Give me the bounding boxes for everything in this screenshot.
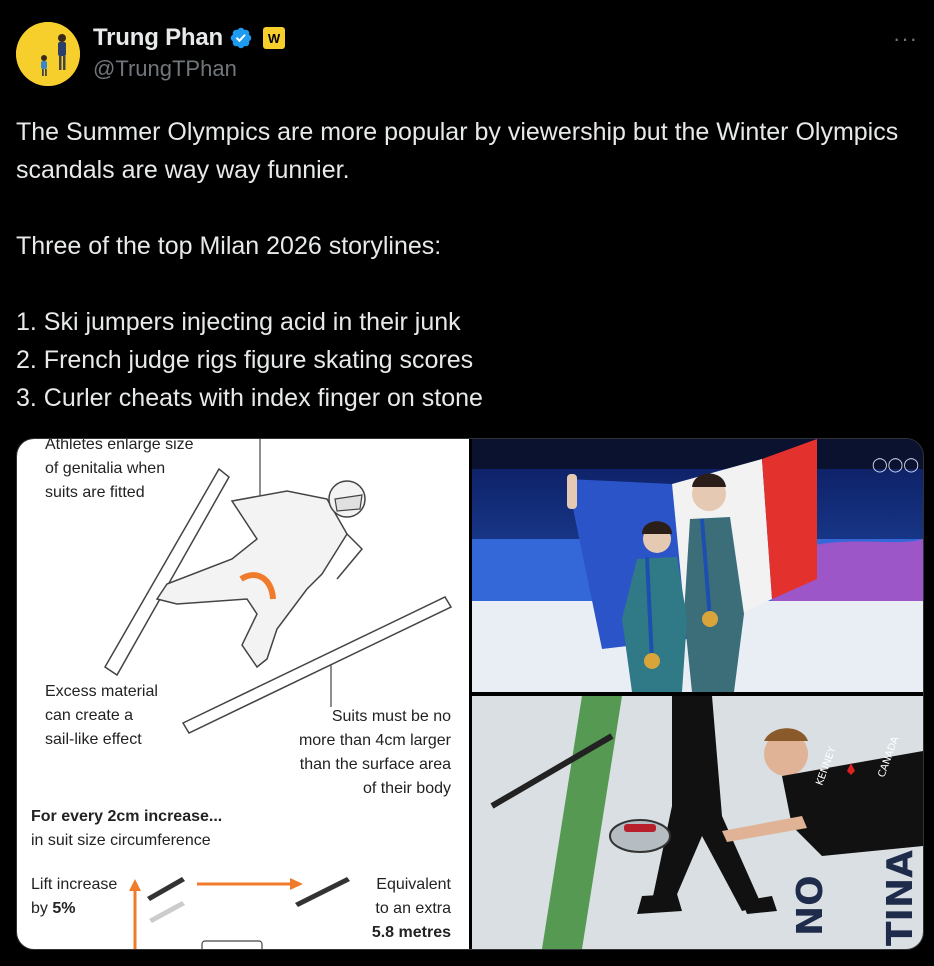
- curling-photo[interactable]: KENNEY CANADA NO TINA: [472, 696, 923, 949]
- verified-badge-icon: [230, 27, 252, 49]
- increase-subheading: in suit size circumference: [31, 832, 211, 849]
- affiliate-badge-icon: W: [263, 27, 286, 49]
- equiv-value: 5.8 metres: [371, 924, 451, 941]
- author-name[interactable]: Trung Phan: [93, 24, 223, 52]
- ski-jump-infographic[interactable]: Athletes enlarge size of genitalia when …: [17, 439, 469, 949]
- skaters-photo-illustration: ◯◯◯: [472, 439, 923, 692]
- tweet-header: Trung Phan W @TrungTPhan ···: [16, 20, 918, 86]
- venue-text-right: TINA: [880, 850, 921, 946]
- author-handle[interactable]: @TrungTPhan: [93, 56, 237, 82]
- tweet-text: The Summer Olympics are more popular by …: [16, 118, 899, 412]
- svg-text:◯◯◯: ◯◯◯: [872, 457, 919, 473]
- lift-value: 5%: [52, 900, 76, 917]
- lift-value-row: by 5%: [31, 897, 75, 921]
- note-suit-rule: Suits must be no more than 4cm larger th…: [298, 708, 451, 797]
- equiv-line2: to an extra: [375, 900, 451, 917]
- figure-skating-photo[interactable]: ◯◯◯: [472, 439, 923, 692]
- venue-text-left: NO: [790, 875, 831, 936]
- lift-by: by: [31, 900, 53, 917]
- name-row: Trung Phan W: [93, 24, 286, 52]
- tweet-media-grid[interactable]: Athletes enlarge size of genitalia when …: [16, 438, 924, 950]
- more-options-icon[interactable]: ···: [893, 26, 918, 52]
- lift-label: Lift increase: [31, 876, 118, 893]
- increase-heading: For every 2cm increase...: [31, 808, 223, 825]
- equiv-line1: Equivalent: [376, 876, 451, 893]
- note-sail-effect: Excess material can create a sail-like e…: [45, 683, 158, 748]
- avatar[interactable]: [16, 22, 80, 86]
- note-genitalia: Athletes enlarge size of genitalia when …: [45, 439, 194, 501]
- curling-photo-illustration: KENNEY CANADA NO TINA: [472, 696, 923, 949]
